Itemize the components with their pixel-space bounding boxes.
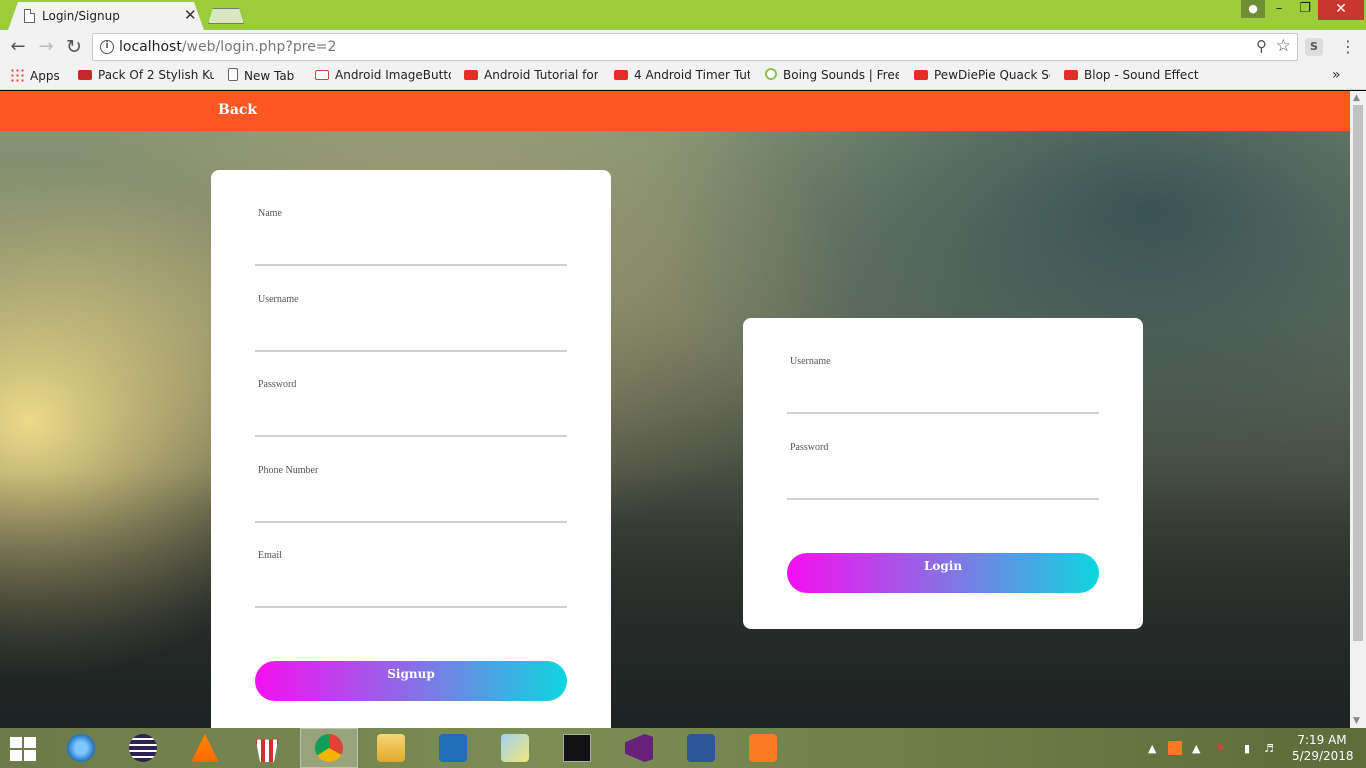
battery-icon[interactable]: ▮ [1244,742,1250,755]
sound-icon [765,68,777,80]
signup-card: Name Username Password Phone Number Emai… [211,170,611,728]
top-navbar: Back [0,91,1350,131]
browser-titlebar: Login/Signup ✕ ● – ❐ ✕ [0,0,1366,30]
volume-icon[interactable]: ♬ [1264,742,1274,755]
bookmark-item[interactable]: Pack Of 2 Stylish Kur [78,68,214,86]
page-icon [228,68,238,81]
show-hidden-icons[interactable]: ▲ [1148,742,1156,755]
xampp-tray-icon[interactable] [1168,741,1182,755]
url-host: localhost [119,39,182,55]
scroll-thumb[interactable] [1353,105,1363,641]
word-icon[interactable] [672,728,730,768]
name-label: Name [258,208,282,219]
new-tab-button[interactable] [208,8,244,24]
restore-button[interactable]: ❐ [1292,0,1318,20]
vscode-icon[interactable] [424,728,482,768]
bookmark-item[interactable]: PewDiePie Quack So [914,68,1050,86]
login-password-label: Password [790,442,829,453]
scroll-down-icon[interactable]: ▼ [1353,716,1360,726]
bookmark-item[interactable]: 4 Android Timer Tut [614,68,750,86]
file-explorer-icon[interactable] [362,728,420,768]
image-icon [315,70,329,80]
close-window-button[interactable]: ✕ [1318,0,1364,20]
youtube-icon [614,70,628,80]
url-text: localhost/web/login.php?pre=2 [119,39,336,55]
youtube-icon [1064,70,1078,80]
forward-arrow-icon[interactable]: → [34,35,58,59]
page-icon [24,9,35,23]
flag-icon[interactable]: ⚑ [1216,742,1226,755]
signup-password-label: Password [258,379,297,390]
address-bar[interactable]: i localhost/web/login.php?pre=2 ⚲ ☆ [92,33,1298,61]
signup-password-field[interactable] [255,435,567,437]
system-clock[interactable]: 7:19 AM 5/29/2018 [1292,732,1354,764]
browser-toolbar: ← → ↻ i localhost/web/login.php?pre=2 ⚲ … [0,30,1366,64]
xampp-icon[interactable] [734,728,792,768]
profile-icon[interactable]: ● [1241,0,1265,18]
bookmark-item[interactable]: Blop - Sound Effect [1064,68,1200,86]
more-bookmarks-icon[interactable]: » [1332,67,1341,83]
info-icon[interactable]: i [100,40,114,54]
visual-studio-icon[interactable] [610,728,668,768]
youtube-icon [914,70,928,80]
start-button[interactable] [10,737,38,761]
tab-close-icon[interactable]: ✕ [184,6,197,24]
page-viewport: Back Name Username Password Phone Number… [0,91,1350,728]
apps-grid-icon [10,68,24,82]
scroll-up-icon[interactable]: ▲ [1353,93,1360,103]
page-scrollbar[interactable]: ▲ ▼ [1350,91,1366,728]
shop-icon [78,70,92,80]
bookmark-item[interactable]: Android Tutorial for [464,68,598,86]
clock-date: 5/29/2018 [1292,749,1354,763]
sticky-notes-icon[interactable] [486,728,544,768]
login-card: Username Password Login [743,318,1143,629]
login-button[interactable]: Login [787,553,1099,593]
reload-icon[interactable]: ↻ [62,35,86,59]
bookmark-item[interactable]: New Tab [228,68,294,86]
internet-explorer-icon[interactable] [52,728,110,768]
chrome-icon[interactable] [300,728,358,768]
phone-number-label: Phone Number [258,465,319,476]
email-field[interactable] [255,606,567,608]
login-username-field[interactable] [787,412,1099,414]
bookmark-item[interactable]: Android ImageButto [315,68,451,86]
phone-number-field[interactable] [255,521,567,523]
background-shade [0,471,1350,728]
signup-button[interactable]: Signup [255,661,567,701]
windows-taskbar: ▲ ▲ ⚑ ▮ ♬ 7:19 AM 5/29/2018 [0,728,1366,768]
popcorn-time-icon[interactable] [238,728,296,768]
back-link[interactable]: Back [218,102,257,118]
bookmark-item[interactable]: Boing Sounds | Free [765,68,899,86]
name-field[interactable] [255,264,567,266]
extension-icon[interactable]: S [1305,38,1323,56]
network-icon[interactable]: ▲ [1192,742,1200,755]
signup-username-field[interactable] [255,350,567,352]
url-path: /web/login.php?pre=2 [181,39,337,55]
clock-time: 7:19 AM [1297,733,1347,747]
eclipse-icon[interactable] [114,728,172,768]
login-username-label: Username [790,356,831,367]
youtube-icon [464,70,478,80]
menu-icon[interactable]: ⋮ [1340,37,1356,56]
browser-tab[interactable]: Login/Signup ✕ [8,2,204,30]
tab-title: Login/Signup [42,9,120,23]
bookmark-apps[interactable]: Apps [10,68,60,86]
command-prompt-icon[interactable] [548,728,606,768]
login-password-field[interactable] [787,498,1099,500]
back-arrow-icon[interactable]: ← [6,35,30,59]
minimize-button[interactable]: – [1266,0,1292,20]
email-label: Email [258,550,282,561]
vlc-icon[interactable] [176,728,234,768]
zoom-icon[interactable]: ⚲ [1256,37,1267,55]
bookmark-star-icon[interactable]: ☆ [1276,36,1291,56]
bookmarks-bar: Apps Pack Of 2 Stylish Kur New Tab Andro… [0,64,1366,90]
signup-username-label: Username [258,294,299,305]
